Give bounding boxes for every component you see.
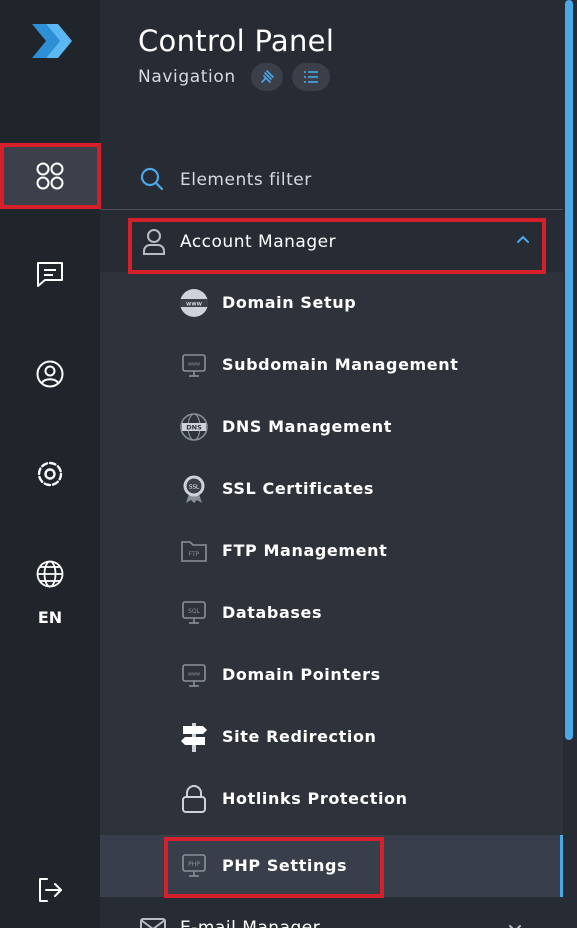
list-view-button[interactable] (292, 63, 330, 91)
svg-text:FTP: FTP (189, 551, 200, 558)
rail-item-logout[interactable] (0, 868, 100, 912)
menu-label-hotlinks-protection: Hotlinks Protection (222, 789, 408, 808)
chevron-down-icon (509, 925, 521, 928)
gear-icon (37, 461, 63, 487)
pin-button[interactable] (251, 63, 283, 91)
sidebar-rail: EN (0, 0, 100, 928)
chevron-up-icon (517, 235, 529, 243)
menu-item-domain-setup[interactable]: www Domain Setup (100, 272, 563, 334)
email-manager-label: E-mail Manager (180, 918, 321, 928)
svg-text:www: www (188, 672, 200, 678)
globe-icon (36, 560, 64, 588)
elements-filter[interactable]: Elements filter (100, 150, 563, 210)
email-manager-toggle[interactable]: E-mail Manager (100, 904, 563, 928)
chat-icon (37, 262, 63, 287)
elements-filter-placeholder: Elements filter (180, 170, 312, 190)
monitor-www-icon: www (178, 349, 210, 381)
menu-label-php-settings: PHP Settings (222, 856, 348, 875)
account-manager-submenu: www Domain Setup www Subdomain Managemen… (100, 272, 563, 897)
menu-label-ssl-certificates: SSL Certificates (222, 479, 375, 498)
menu-item-domain-pointers[interactable]: www Domain Pointers (100, 644, 563, 706)
signpost-icon (178, 721, 210, 753)
svg-text:SQL: SQL (188, 608, 201, 615)
rail-item-dashboard[interactable] (0, 144, 100, 208)
pin-icon (261, 70, 274, 83)
menu-label-databases: Databases (222, 603, 323, 622)
svg-text:www: www (186, 300, 203, 308)
apps-grid-icon (36, 162, 64, 190)
account-manager-toggle[interactable]: Account Manager (128, 218, 546, 274)
rail-item-messages[interactable] (0, 252, 100, 296)
page-title: Control Panel (138, 24, 335, 58)
app-logo-icon[interactable] (28, 18, 74, 64)
ssl-badge-icon: SSL (178, 473, 210, 505)
menu-label-site-redirection: Site Redirection (222, 727, 377, 746)
navigation-panel: Control Panel Navigation Elements filter… (100, 0, 577, 928)
menu-item-site-redirection[interactable]: Site Redirection (100, 706, 563, 768)
menu-item-ftp-management[interactable]: FTP FTP Management (100, 520, 563, 582)
sql-monitor-icon: SQL (178, 597, 210, 629)
ftp-folder-icon: FTP (178, 535, 210, 567)
list-icon (304, 71, 318, 83)
php-monitor-icon: PHP (178, 850, 210, 882)
svg-text:DNS: DNS (186, 424, 202, 432)
rail-item-language[interactable] (0, 552, 100, 596)
menu-label-dns-management: DNS Management (222, 417, 392, 436)
user-circle-icon (36, 360, 64, 388)
envelope-icon (140, 918, 166, 928)
rail-item-profile[interactable] (0, 352, 100, 396)
account-manager-label: Account Manager (180, 232, 337, 252)
menu-item-hotlinks-protection[interactable]: Hotlinks Protection (100, 768, 563, 830)
monitor-www-icon: www (178, 659, 210, 691)
svg-text:SSL: SSL (189, 485, 200, 491)
menu-item-ssl-certificates[interactable]: SSL SSL Certificates (100, 458, 563, 520)
dns-globe-icon: DNS (178, 411, 210, 443)
menu-label-subdomain-management: Subdomain Management (222, 355, 459, 374)
menu-label-ftp-management: FTP Management (222, 541, 388, 560)
menu-label-domain-setup: Domain Setup (222, 293, 357, 312)
menu-label-domain-pointers: Domain Pointers (222, 665, 381, 684)
menu-item-php-settings[interactable]: PHP PHP Settings (100, 835, 563, 897)
language-label[interactable]: EN (0, 608, 100, 627)
lock-icon (178, 783, 210, 815)
rail-item-settings[interactable] (0, 452, 100, 496)
search-icon (140, 167, 164, 191)
svg-text:PHP: PHP (188, 861, 200, 868)
www-globe-icon: www (178, 287, 210, 319)
menu-item-subdomain-management[interactable]: www Subdomain Management (100, 334, 563, 396)
logout-icon (39, 878, 62, 902)
menu-item-databases[interactable]: SQL Databases (100, 582, 563, 644)
page-subtitle: Navigation (138, 67, 236, 87)
scrollbar-thumb[interactable] (565, 0, 573, 740)
svg-text:www: www (188, 362, 200, 368)
menu-item-dns-management[interactable]: DNS DNS Management (100, 396, 563, 458)
user-icon (143, 229, 165, 255)
